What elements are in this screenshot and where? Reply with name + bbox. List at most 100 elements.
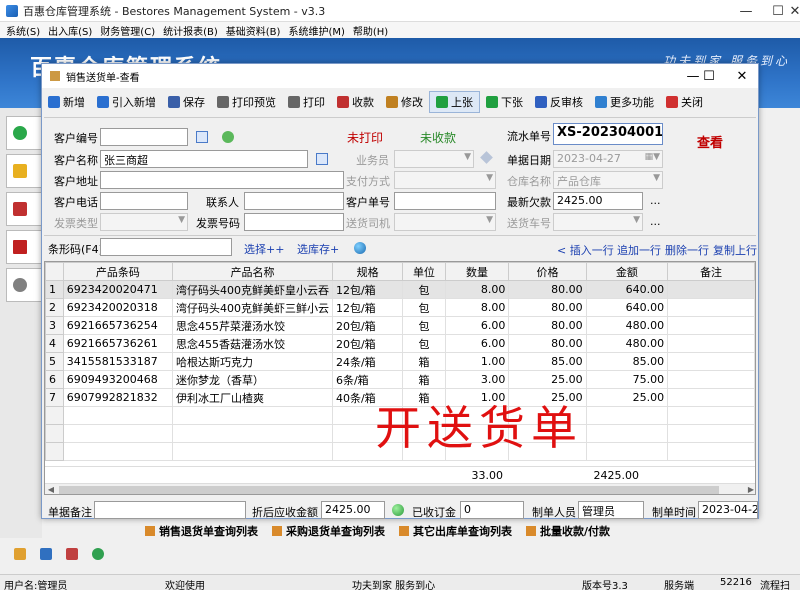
grid-column-header[interactable]: 产品条码 <box>62 262 173 281</box>
grid-column-header[interactable]: 金额 <box>585 262 669 281</box>
insert-row-link[interactable]: < 插入一行 <box>557 242 614 258</box>
table-row[interactable]: 1 6923420020471 湾仔码头400克鲜美虾皇小云吞 12包/箱包 8.00 8… <box>45 280 755 299</box>
grid-column-header[interactable]: 数量 <box>444 262 510 281</box>
scroll-right-icon[interactable]: ▶ <box>745 484 755 494</box>
cell-name[interactable]: 思念455芹菜灌汤水饺 <box>171 316 333 335</box>
grid-column-header[interactable]: 规格 <box>331 262 404 281</box>
main-menu-item[interactable]: 系统维护(M) <box>288 23 344 38</box>
import-button[interactable]: 引入新增 <box>91 91 162 113</box>
cell-note[interactable] <box>667 370 755 389</box>
customer-code-input[interactable] <box>100 128 188 146</box>
edit-button[interactable]: 修改 <box>380 91 429 113</box>
cell-unit[interactable]: 包 <box>402 280 446 299</box>
cell-qty[interactable]: 8.00 <box>444 298 510 317</box>
table-row[interactable]: 3 6921665736254 思念455芹菜灌汤水饺 20包/箱包 6.00 80.00… <box>45 316 755 335</box>
discount-amount-field[interactable]: 2425.00 <box>321 501 385 519</box>
grid-column-header[interactable]: 单位 <box>402 262 446 281</box>
cell-spec[interactable]: 20包/箱 <box>331 334 404 353</box>
more-button[interactable]: 更多功能 <box>589 91 660 113</box>
quick-link[interactable]: 其它出库单查询列表 <box>399 523 512 539</box>
cell-qty[interactable]: 3.00 <box>444 370 510 389</box>
unaudit-button[interactable]: 反审核 <box>529 91 589 113</box>
quick-link[interactable]: 销售退货单查询列表 <box>145 523 258 539</box>
cell-spec[interactable]: 20包/箱 <box>331 316 404 335</box>
cell-barcode[interactable]: 6923420020318 <box>62 298 173 317</box>
cell-qty[interactable]: 6.00 <box>444 316 510 335</box>
next-button[interactable]: 下张 <box>480 91 529 113</box>
print-button[interactable]: 打印 <box>282 91 331 113</box>
grid-column-header[interactable]: 备注 <box>667 262 755 281</box>
globe-icon[interactable] <box>354 242 366 254</box>
invoice-type-select[interactable]: ▼ <box>100 213 188 231</box>
cell-note[interactable] <box>667 334 755 353</box>
cell-note[interactable] <box>667 298 755 317</box>
scroll-thumb[interactable] <box>59 486 719 494</box>
latest-debt-field[interactable]: 2425.00 <box>553 192 643 210</box>
payment-select[interactable]: ▼ <box>394 171 496 189</box>
nav-button-tools[interactable] <box>6 192 42 226</box>
cell-barcode[interactable]: 6921665736261 <box>62 334 173 353</box>
table-row[interactable]: 2 6923420020318 湾仔码头400克鲜美虾三鲜小云 12包/箱包 8.00 8… <box>45 298 755 317</box>
cell-n[interactable]: 1 <box>45 280 64 299</box>
cell-qty[interactable]: 1.00 <box>444 352 510 371</box>
customer-add-icon[interactable] <box>222 131 234 143</box>
cust-order-input[interactable] <box>394 192 496 210</box>
main-minimize-button[interactable]: — <box>728 0 764 22</box>
cell-name[interactable]: 迷你梦龙（香草） <box>171 370 333 389</box>
nav-button-inbound[interactable] <box>6 116 42 150</box>
table-row[interactable]: 6 6909493200468 迷你梦龙（香草） 6条/箱箱 3.00 25.00 75.0… <box>45 370 755 389</box>
cell-amount[interactable]: 640.00 <box>585 280 669 299</box>
cell-amount[interactable]: 480.00 <box>585 316 669 335</box>
close-button[interactable]: 关闭 <box>660 91 709 113</box>
preview-button[interactable]: 打印预览 <box>211 91 282 113</box>
dialog-close-button[interactable]: ✕ <box>727 64 757 88</box>
remark-input[interactable] <box>94 501 246 519</box>
cell-amount[interactable]: 640.00 <box>585 298 669 317</box>
green-dot-icon[interactable] <box>92 548 104 560</box>
delete-row-link[interactable]: 删除一行 <box>665 242 709 258</box>
copy-row-link[interactable]: 复制上行 <box>713 242 757 258</box>
new-button[interactable]: 新增 <box>42 91 91 113</box>
cell-amount[interactable]: 480.00 <box>585 334 669 353</box>
cell-name[interactable]: 哈根达斯巧克力 <box>171 352 333 371</box>
cell-name[interactable]: 湾仔码头400克鲜美虾皇小云吞 <box>171 280 333 299</box>
cell-unit[interactable]: 包 <box>402 298 446 317</box>
cell-barcode[interactable]: 6923420020471 <box>62 280 173 299</box>
deposit-field[interactable]: 0 <box>460 501 524 519</box>
cell-spec[interactable]: 12包/箱 <box>331 298 404 317</box>
cell-price[interactable]: 25.00 <box>508 370 587 389</box>
cell-qty[interactable]: 6.00 <box>444 334 510 353</box>
nav-button-settings[interactable] <box>6 268 42 302</box>
vehicle-more-button[interactable]: ... <box>650 215 661 228</box>
cell-qty[interactable]: 8.00 <box>444 280 510 299</box>
main-menu-item[interactable]: 帮助(H) <box>353 23 388 38</box>
serial-no-field[interactable]: XS-202304001 <box>553 123 663 145</box>
cell-price[interactable]: 80.00 <box>508 298 587 317</box>
cell-price[interactable]: 80.00 <box>508 334 587 353</box>
contact-input[interactable] <box>244 192 344 210</box>
cell-n[interactable]: 7 <box>45 388 64 407</box>
grid-column-header[interactable]: 产品名称 <box>171 262 333 281</box>
receive-button[interactable]: 收款 <box>331 91 380 113</box>
select-products-link[interactable]: 选择++ <box>244 241 284 257</box>
table-row[interactable]: 5 3415581533187 哈根达斯巧克力 24条/箱箱 1.00 85.00 85.0… <box>45 352 755 371</box>
create-time-field[interactable]: 2023-04-27 <box>698 501 758 519</box>
nav-button-reports[interactable] <box>6 230 42 264</box>
cell-unit[interactable]: 包 <box>402 334 446 353</box>
cell-name[interactable]: 思念455香菇灌汤水饺 <box>171 334 333 353</box>
cell-n[interactable]: 4 <box>45 334 64 353</box>
quick-link[interactable]: 采购退货单查询列表 <box>272 523 385 539</box>
warehouse-select[interactable]: 产品仓库 ▼ <box>553 171 663 189</box>
cell-n[interactable]: 5 <box>45 352 64 371</box>
cell-note[interactable] <box>667 316 755 335</box>
cell-price[interactable]: 80.00 <box>508 316 587 335</box>
main-menu-item[interactable]: 财务管理(C) <box>100 23 155 38</box>
folder-icon[interactable] <box>14 548 26 560</box>
table-row[interactable]: 4 6921665736261 思念455香菇灌汤水饺 20包/箱包 6.00 80.00… <box>45 334 755 353</box>
dialog-maximize-button[interactable]: ☐ <box>694 64 724 88</box>
cell-spec[interactable]: 6条/箱 <box>331 370 404 389</box>
cell-amount[interactable]: 25.00 <box>585 388 669 407</box>
horizontal-scrollbar[interactable]: ◀ ▶ <box>45 483 755 494</box>
customer-name-input[interactable]: 张三商超 <box>100 150 308 168</box>
cell-n[interactable]: 2 <box>45 298 64 317</box>
